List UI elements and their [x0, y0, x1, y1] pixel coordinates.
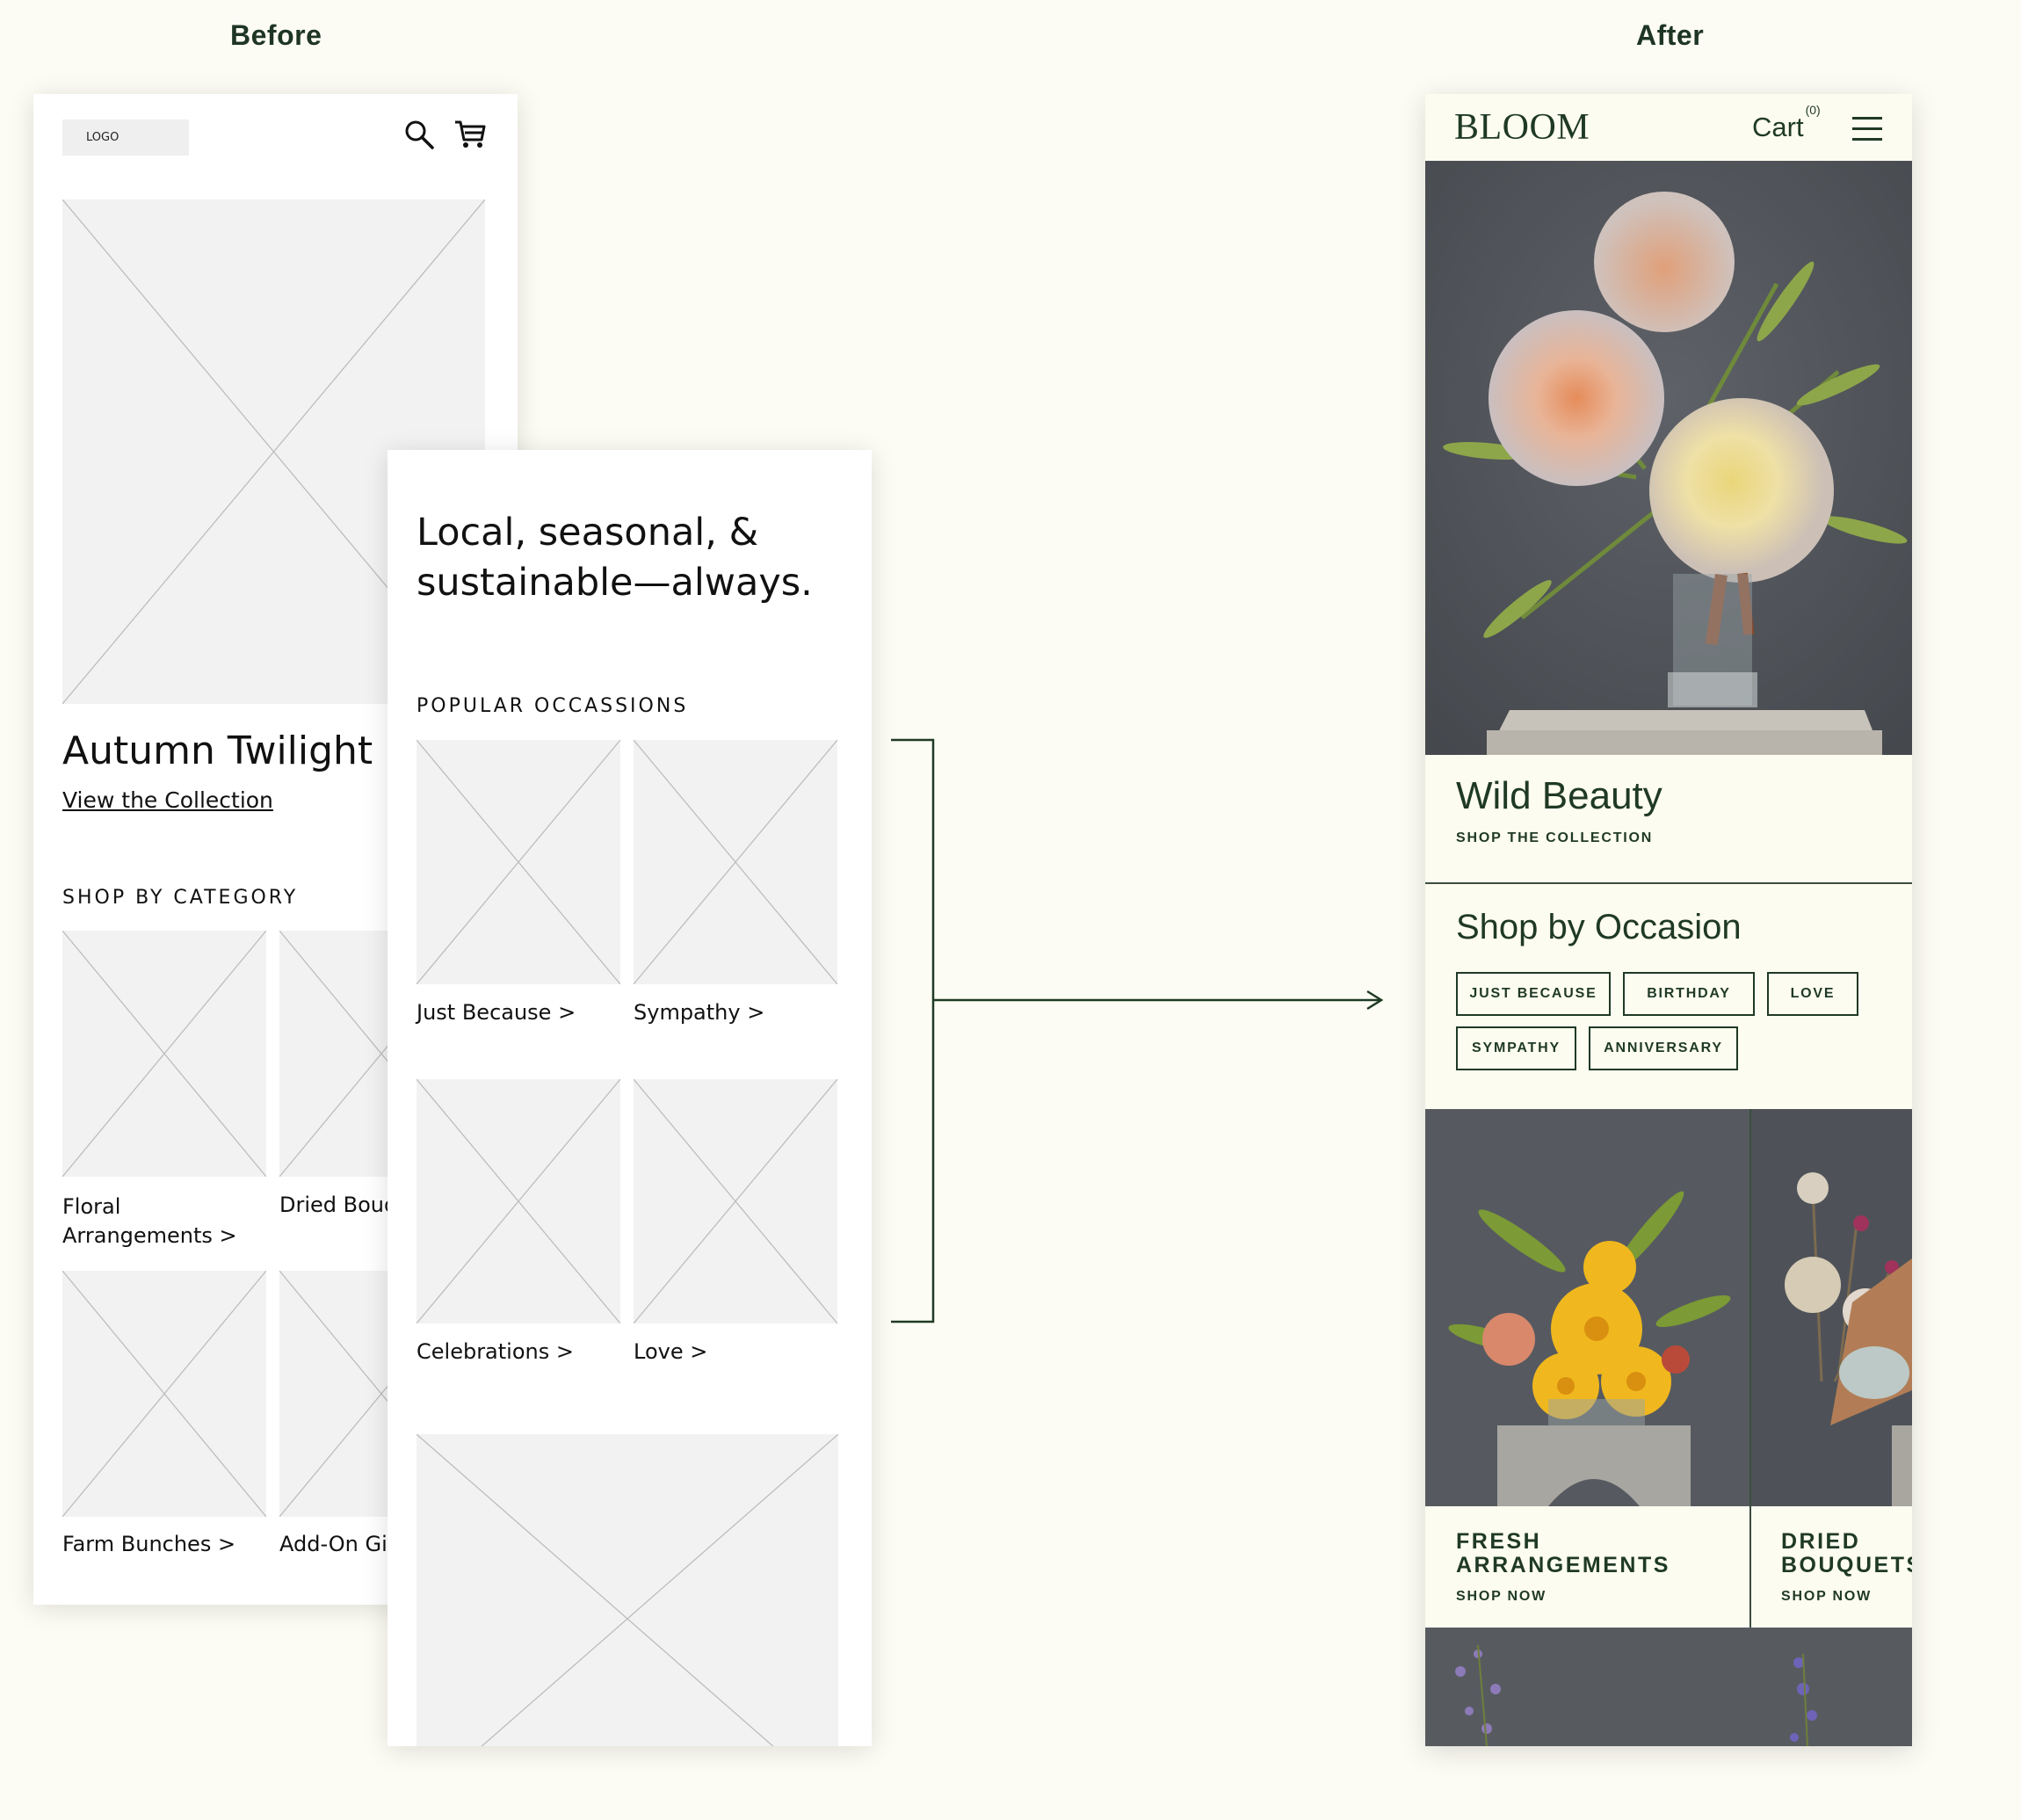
- category-dried-label[interactable]: Dried Bouq: [279, 1193, 397, 1217]
- after-label: After: [1636, 19, 1705, 51]
- category-title-line: BOUQUETS: [1781, 1553, 1912, 1577]
- dried-bouquets-photo[interactable]: [1751, 1109, 1912, 1506]
- before-label: Before: [230, 19, 322, 51]
- shop-by-occasion-heading: Shop by Occasion: [1456, 908, 1742, 946]
- after-mobile-page: BLOOM Cart(0) Wild Beauty SHOP THE COLLE…: [1425, 94, 1912, 1746]
- category-title-line: ARRANGEMENTS: [1456, 1553, 1670, 1577]
- search-icon[interactable]: [403, 119, 435, 150]
- cart-label: Cart: [1752, 112, 1804, 142]
- category-label-line: Arrangements >: [62, 1223, 237, 1248]
- tagline-line: Local, seasonal, &: [417, 511, 759, 555]
- hero-title: Wild Beauty: [1456, 774, 1662, 817]
- fresh-arrangements-photo[interactable]: [1425, 1109, 1749, 1506]
- fresh-shop-now-link[interactable]: SHOP NOW: [1456, 1589, 1547, 1605]
- category-farm-bunches-label[interactable]: Farm Bunches >: [62, 1532, 235, 1556]
- dried-bouquets-title: DRIED BOUQUETS: [1781, 1530, 1912, 1577]
- category-title-line: DRIED: [1781, 1529, 1861, 1554]
- category-label-line: Floral: [62, 1194, 121, 1219]
- shop-collection-link[interactable]: SHOP THE COLLECTION: [1456, 830, 1653, 846]
- fresh-arrangements-title: FRESH ARRANGEMENTS: [1456, 1530, 1670, 1577]
- logo-placeholder[interactable]: LOGO: [62, 120, 189, 156]
- banner-image-placeholder[interactable]: [417, 1434, 838, 1746]
- occasion-love-label[interactable]: Love >: [634, 1339, 707, 1364]
- cart-icon[interactable]: [453, 119, 487, 150]
- logo-text: LOGO: [86, 131, 120, 144]
- hero-title: Autumn Twilight: [62, 729, 373, 773]
- cart-button[interactable]: Cart(0): [1752, 103, 1821, 143]
- tagline-line: sustainable—always.: [417, 561, 813, 605]
- chip-sympathy[interactable]: SYMPATHY: [1456, 1026, 1576, 1070]
- dried-shop-now-link[interactable]: SHOP NOW: [1781, 1589, 1872, 1605]
- hero-photo[interactable]: [1425, 161, 1912, 755]
- occasion-celebrations-label[interactable]: Celebrations >: [417, 1339, 574, 1364]
- view-collection-link[interactable]: View the Collection: [62, 787, 273, 813]
- hamburger-menu-icon[interactable]: [1852, 117, 1882, 149]
- chip-just-because[interactable]: JUST BECAUSE: [1456, 972, 1611, 1016]
- header: BLOOM Cart(0): [1425, 94, 1912, 161]
- wireframe-occasions: Local, seasonal, & sustainable—always. P…: [388, 450, 872, 1746]
- occasion-sympathy-label[interactable]: Sympathy >: [634, 1000, 764, 1025]
- category-title-line: FRESH: [1456, 1529, 1542, 1554]
- chip-birthday[interactable]: BIRTHDAY: [1623, 972, 1755, 1016]
- category-image-placeholder[interactable]: [62, 931, 266, 1177]
- bottom-banner-photo[interactable]: [1425, 1628, 1912, 1746]
- chip-anniversary[interactable]: ANNIVERSARY: [1589, 1026, 1738, 1070]
- section-divider: [1425, 882, 1912, 884]
- occasion-image-placeholder[interactable]: [417, 740, 620, 984]
- category-floral-label[interactable]: Floral Arrangements >: [62, 1193, 237, 1251]
- brand-logo[interactable]: BLOOM: [1454, 106, 1590, 149]
- category-addon-label[interactable]: Add-On Gi: [279, 1532, 388, 1556]
- tagline: Local, seasonal, & sustainable—always.: [417, 508, 813, 608]
- cart-count: (0): [1805, 102, 1821, 117]
- popular-occasions-heading: POPULAR OCCASSIONS: [417, 695, 689, 717]
- occasion-image-placeholder[interactable]: [634, 1079, 837, 1323]
- category-image-placeholder[interactable]: [62, 1271, 266, 1517]
- occasion-image-placeholder[interactable]: [417, 1079, 620, 1323]
- chip-love[interactable]: LOVE: [1767, 972, 1858, 1016]
- occasion-image-placeholder[interactable]: [634, 740, 837, 984]
- transition-arrow-icon: [891, 738, 1384, 1323]
- shop-by-category-heading: SHOP BY CATEGORY: [62, 887, 299, 909]
- occasion-just-because-label[interactable]: Just Because >: [417, 1000, 576, 1025]
